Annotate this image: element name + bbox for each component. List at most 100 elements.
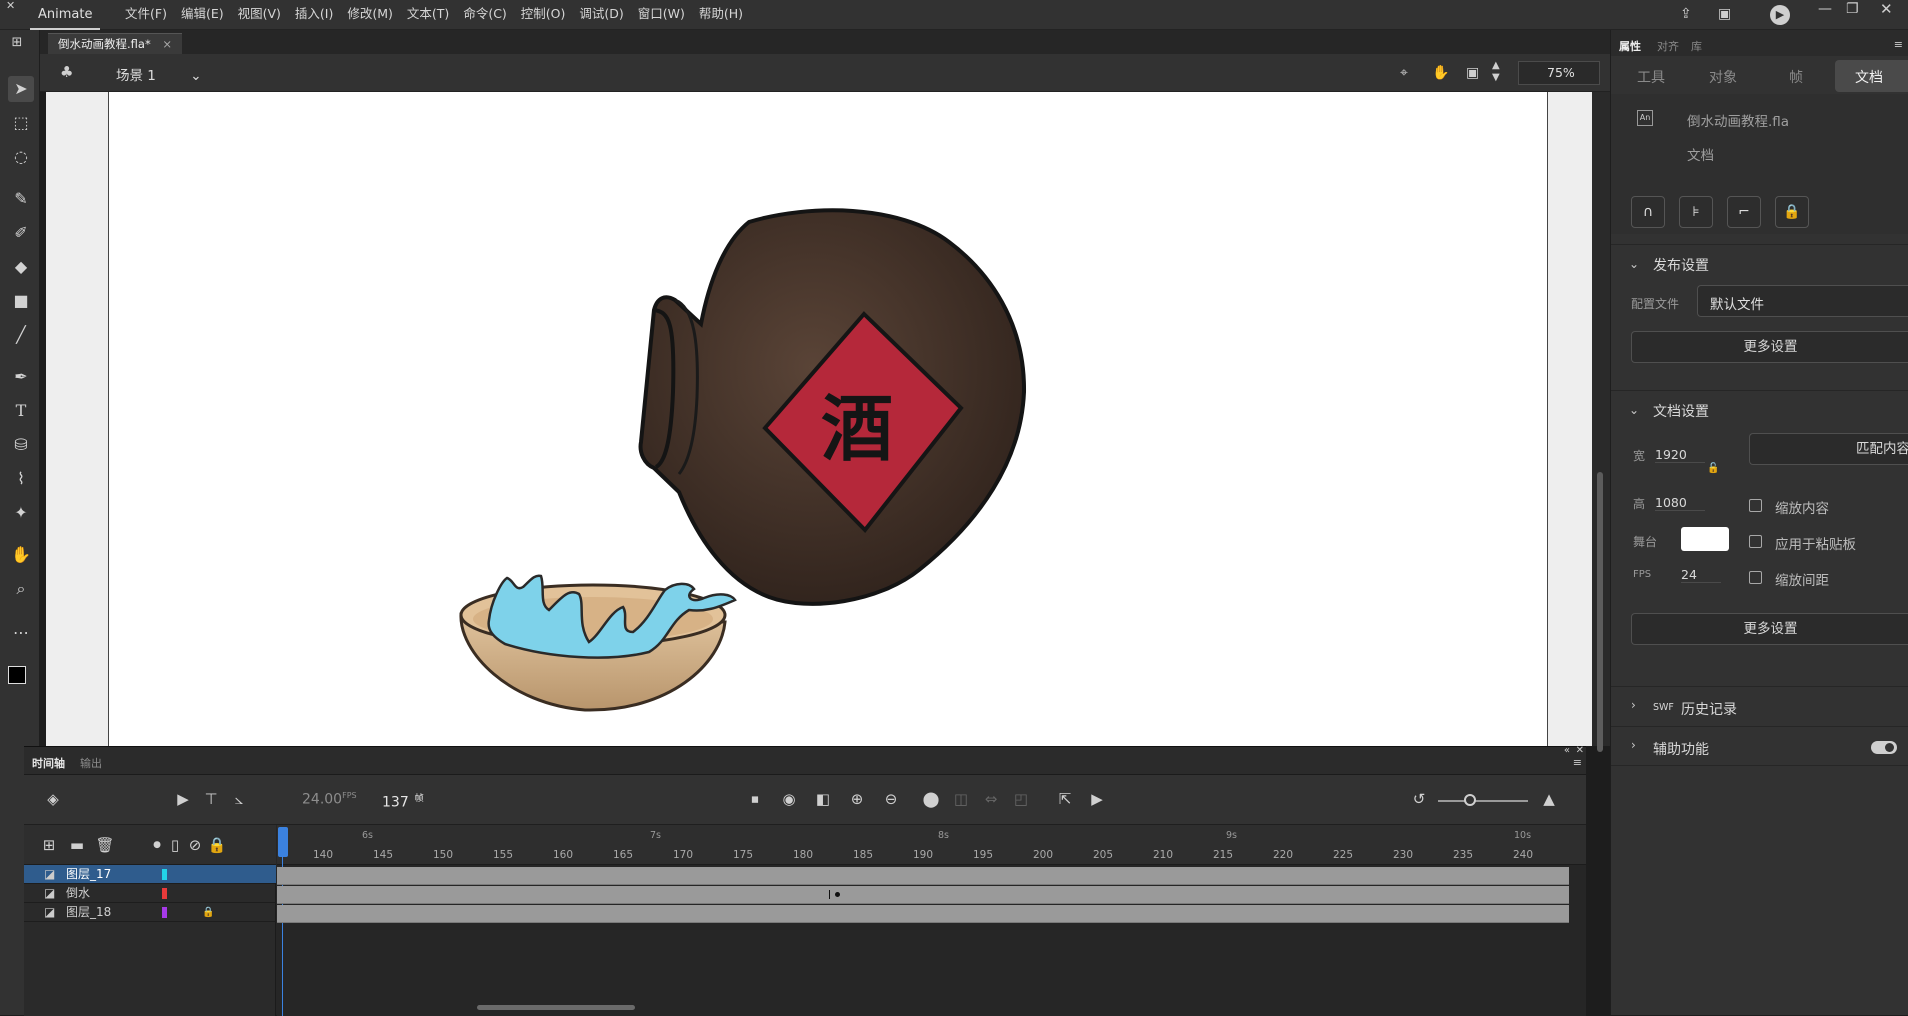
frame-zoom-slider[interactable] [1438,794,1528,806]
layer-row-pour[interactable]: ◪ 倒水 [24,884,276,903]
panel-menu-icon[interactable]: ≡ [1573,756,1582,769]
stage-scroll-thumb[interactable] [1597,472,1603,752]
line-tool-icon[interactable]: ╱ [8,322,34,348]
menu-control[interactable]: 控制(O) [514,0,573,30]
tab-align[interactable]: 对齐 [1657,38,1679,54]
more-tools-icon[interactable]: ⋯ [8,620,34,646]
stroke-color-swatch[interactable] [8,666,26,684]
scale-content-checkbox[interactable] [1749,499,1762,512]
menu-debug[interactable]: 调试(D) [572,0,630,30]
remove-frame-icon[interactable]: ⊖ [880,789,902,809]
close-panel-icon[interactable]: ✕ [1576,745,1584,756]
layer-parenting-icon[interactable]: ⊤ [200,789,222,809]
fps-field[interactable]: 24 [1681,567,1721,583]
swf-history-section[interactable]: › SWF 历史记录 [1611,686,1908,726]
ruler-icon[interactable]: ⌐ [1727,196,1761,228]
layer-name[interactable]: 图层_17 [66,865,111,884]
selection-tool-icon[interactable]: ➤ [8,76,34,102]
play-icon[interactable]: ▶ [1086,789,1108,809]
fps-readout[interactable]: 24.00FPS [302,791,357,808]
zoom-stepper-icon[interactable]: ▲ ▼ [1492,60,1500,84]
apply-pasteboard-checkbox[interactable] [1749,535,1762,548]
scale-spacing-checkbox[interactable] [1749,571,1762,584]
accessibility-section[interactable]: › 辅助功能 [1611,726,1908,766]
aspect-lock-icon[interactable]: 🔓 [1707,463,1719,474]
subtab-tool[interactable]: 工具 [1637,67,1665,87]
undo-zoom-icon[interactable]: ↺ [1408,789,1430,809]
visibility-toggle-icon[interactable]: ⊘ [184,835,206,855]
tab-output[interactable]: 输出 [80,755,102,771]
share-icon[interactable]: ⇪ [1680,7,1692,21]
frame-row-17[interactable] [277,867,1569,885]
document-settings-title[interactable]: 文档设置 [1653,401,1709,421]
delete-layer-icon[interactable]: 🗑 [94,835,116,855]
layer-color-swatch[interactable] [162,869,167,880]
minimize-icon[interactable]: — [1818,2,1832,16]
panel-menu-icon[interactable]: ≡ [1894,38,1903,51]
go-first-frame-icon[interactable]: ⏹ [744,789,766,809]
loop-icon[interactable]: ⇱ [1054,789,1076,809]
paste-frames-icon[interactable]: ◰ [1010,789,1032,809]
text-tool-icon[interactable]: T [8,398,34,424]
stage[interactable]: 酒 [108,92,1548,746]
frame-row-pour[interactable] [277,886,1569,904]
swap-icon[interactable]: ⇔ [980,789,1002,809]
tab-timeline[interactable]: 时间轴 [32,755,65,771]
lock-toggle-icon[interactable]: 🔒 [206,835,228,855]
layer-color-swatch[interactable] [162,888,167,899]
close-window-icon[interactable]: ✕ [1880,2,1893,17]
insert-frame-icon[interactable]: ⊕ [846,789,868,809]
timeline-horizontal-scrollbar[interactable] [477,1005,635,1010]
pen-tool-icon[interactable]: ✒ [8,364,34,390]
close-tab-icon[interactable]: × [162,37,172,51]
playhead[interactable] [278,827,288,857]
edit-multiple-frames-icon[interactable]: ◫ [950,789,972,809]
collapse-panel-icon[interactable]: « [1564,745,1570,756]
app-switcher-icon[interactable]: ✕ [6,0,15,11]
match-contents-button[interactable]: 匹配内容 [1749,433,1908,465]
menu-view[interactable]: 视图(V) [231,0,288,30]
current-frame-readout[interactable]: 137 帧 [382,791,424,811]
menu-modify[interactable]: 修改(M) [340,0,400,30]
subtab-object[interactable]: 对象 [1709,67,1737,87]
menu-window[interactable]: 窗口(W) [631,0,692,30]
align-to-stage-icon[interactable]: ⊧ [1679,196,1713,228]
insert-blank-keyframe-icon[interactable]: ◧ [812,789,834,809]
pin-icon[interactable]: ✦ [8,500,34,526]
layer-row-17[interactable]: ◪ 图层_17 [24,865,276,884]
stage-color-swatch[interactable] [1681,527,1729,551]
panel-layout-icon[interactable]: ▣ [1718,7,1731,21]
zoom-tool-icon[interactable]: ⌕ [8,576,34,602]
publish-settings-title[interactable]: 发布设置 [1653,255,1709,275]
menu-file[interactable]: 文件(F) [118,0,174,30]
frame-zoom-thumb[interactable] [1464,794,1476,806]
lock-icon[interactable]: 🔒 [1775,196,1809,228]
zoom-to-fit-icon[interactable]: ▲ [1538,789,1560,809]
new-folder-icon[interactable]: ▬ [66,835,88,855]
app-name[interactable]: Animate [30,0,101,30]
camera-icon[interactable]: ▶ [172,789,194,809]
menu-help[interactable]: 帮助(H) [692,0,750,30]
layer-depth-icon[interactable]: ⦣ [228,789,250,809]
rectangle-tool-icon[interactable]: ■ [8,288,34,314]
paint-brush-icon[interactable]: ✎ [8,186,34,212]
subtab-document[interactable]: 文档 [1835,60,1908,92]
menu-text[interactable]: 文本(T) [400,0,456,30]
layer-name[interactable]: 图层_18 [66,903,111,922]
eyedropper-icon[interactable]: ⌇ [8,466,34,492]
layer-row-18[interactable]: ◪ 图层_18 🔒 [24,903,276,922]
keyframe-marker[interactable] [835,892,840,897]
center-stage-icon[interactable]: ⌖ [1400,66,1408,80]
insert-keyframe-icon[interactable]: ◉ [778,789,800,809]
menu-commands[interactable]: 命令(C) [456,0,513,30]
workspace-grid-icon[interactable]: ⊞ [4,30,30,56]
chevron-down-icon[interactable]: ⌄ [1629,403,1639,417]
clip-content-icon[interactable]: ▣ [1466,66,1479,80]
paint-bucket-icon[interactable]: ⛁ [8,432,34,458]
zoom-field[interactable]: 75% ⌄ [1518,61,1621,85]
tab-library[interactable]: 库 [1691,38,1702,54]
wine-jar[interactable]: 酒 [638,208,1027,606]
width-field[interactable]: 1920 [1655,447,1705,463]
frame-area[interactable]: 6s 7s 8s 9s 10s 140 145 150 155 160 165 … [277,825,1586,1016]
test-movie-icon[interactable]: ▶ [1770,5,1790,25]
